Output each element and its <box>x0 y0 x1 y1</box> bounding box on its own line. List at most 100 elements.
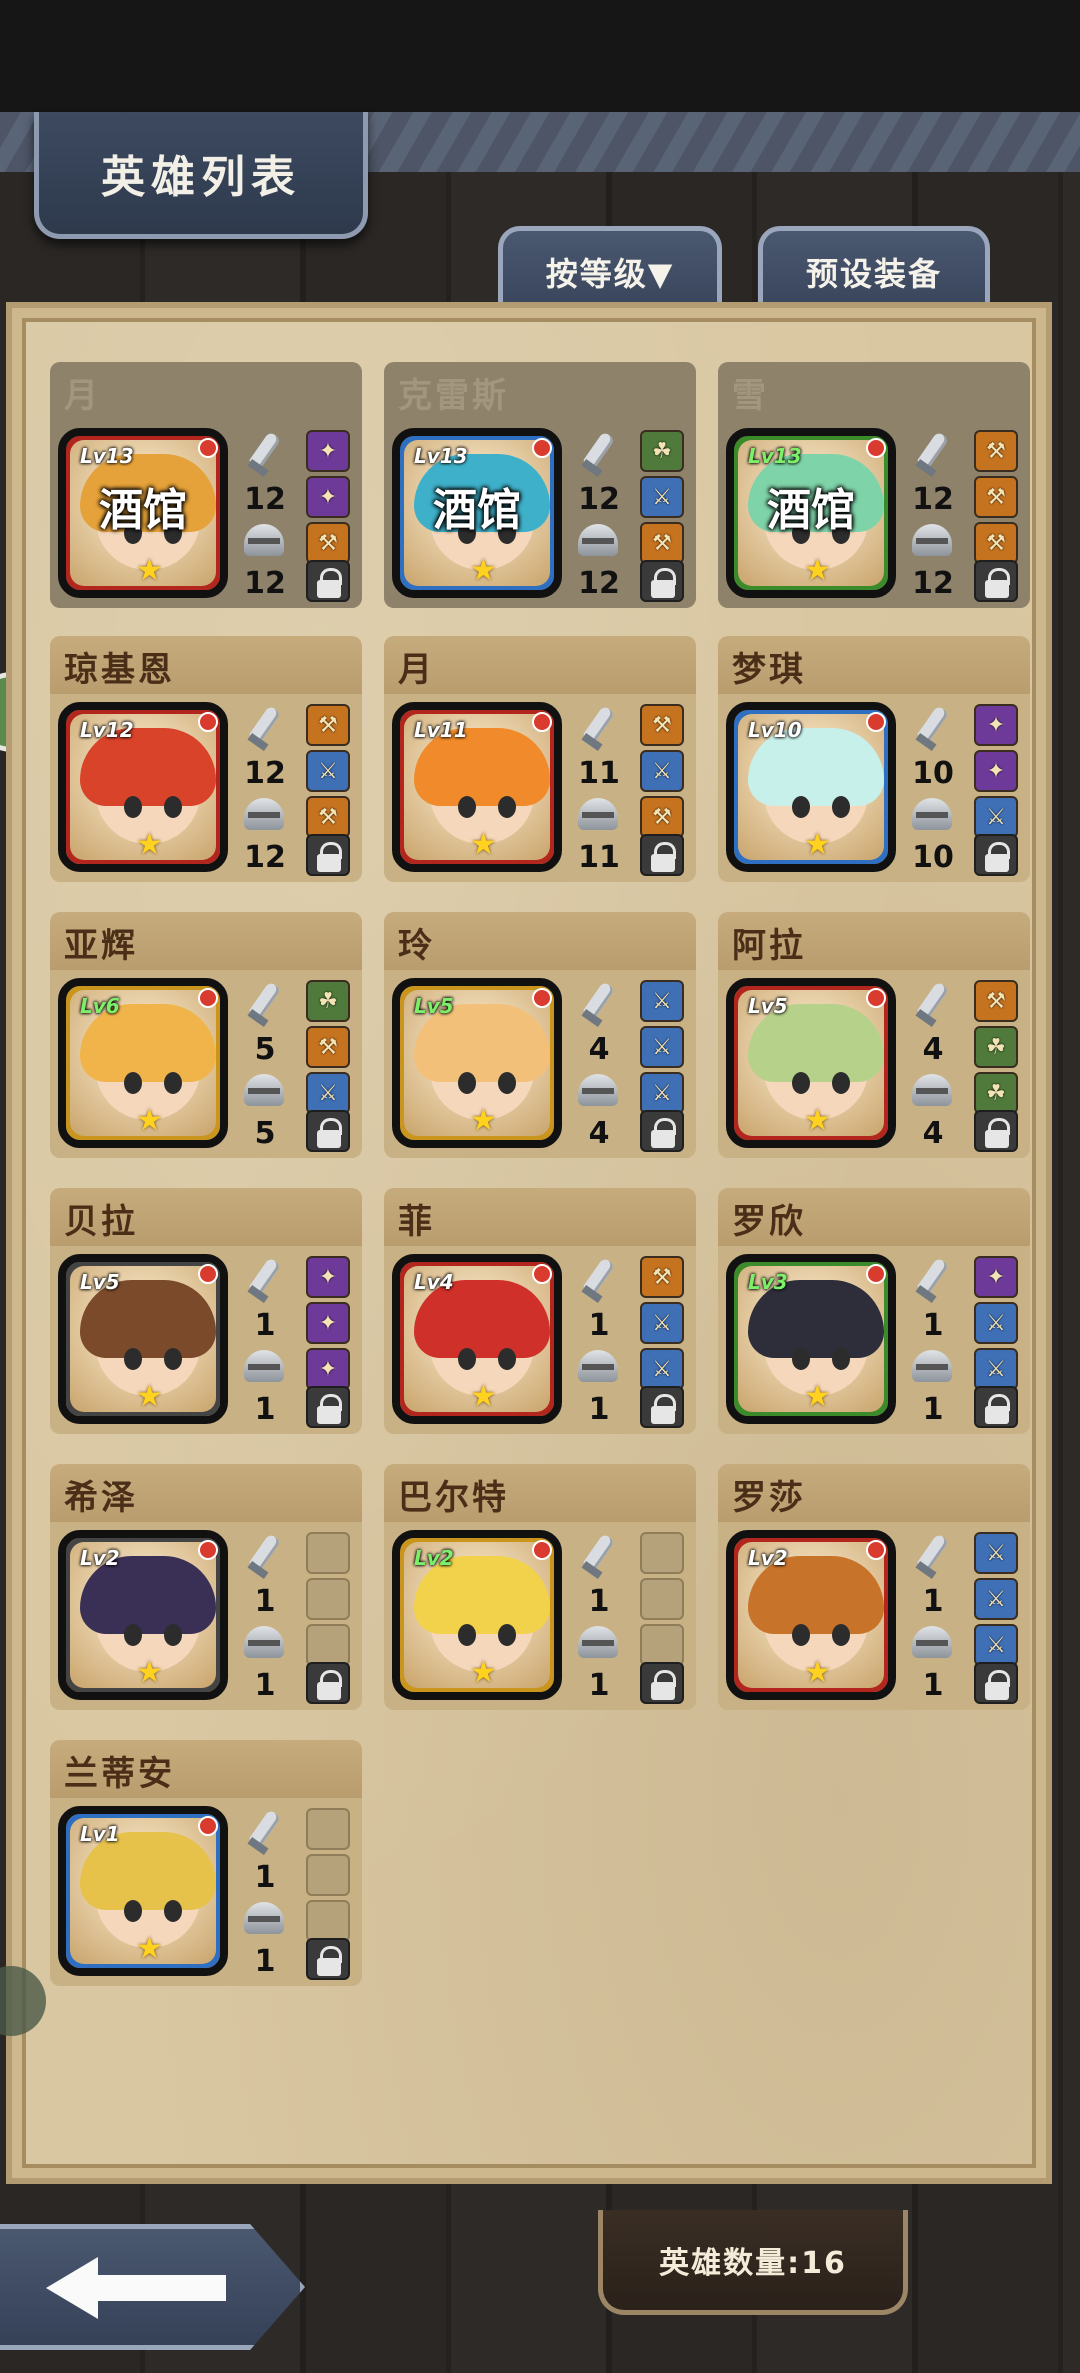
sort-by-level-button[interactable]: 按等级▼ <box>498 226 722 313</box>
equipment-slot[interactable]: ⚔ <box>640 1302 684 1344</box>
equipment-slot[interactable]: ☘ <box>640 430 684 472</box>
equipment-slot[interactable] <box>306 1900 350 1942</box>
hero-portrait[interactable]: Lv4 ★ <box>392 1254 562 1424</box>
equipment-slot[interactable]: ⚔ <box>640 750 684 792</box>
hero-portrait[interactable]: Lv3 ★ <box>726 1254 896 1424</box>
hero-portrait[interactable]: Lv2 ★ <box>58 1530 228 1700</box>
hero-card[interactable]: 月 Lv13 ★ 酒馆 12 12 ✦ ✦ ⚒ <box>50 362 362 608</box>
lock-icon[interactable] <box>640 1662 684 1704</box>
equipment-icon: ⚒ <box>986 438 1006 464</box>
hero-card[interactable]: 罗莎 Lv2 ★ 1 1 ⚔ ⚔ ⚔ <box>718 1464 1030 1710</box>
preset-equipment-button[interactable]: 预设装备 <box>758 226 990 313</box>
lock-icon[interactable] <box>640 560 684 602</box>
equipment-slot[interactable]: ✦ <box>974 1256 1018 1298</box>
equipment-slot[interactable]: ✦ <box>306 430 350 472</box>
equipment-slot[interactable]: ☘ <box>306 980 350 1022</box>
equipment-slot[interactable]: ✦ <box>974 704 1018 746</box>
hero-portrait[interactable]: Lv5 ★ <box>392 978 562 1148</box>
hero-card[interactable]: 琼基恩 Lv12 ★ 12 12 ⚒ ⚔ ⚒ <box>50 636 362 882</box>
equipment-slot[interactable]: ⚒ <box>974 980 1018 1022</box>
equipment-slot[interactable] <box>306 1532 350 1574</box>
equipment-slot[interactable]: ⚒ <box>306 704 350 746</box>
equipment-slot[interactable]: ⚔ <box>974 796 1018 838</box>
equipment-slot[interactable]: ⚒ <box>640 796 684 838</box>
hero-card[interactable]: 阿拉 Lv5 ★ 4 4 ⚒ ☘ ☘ <box>718 912 1030 1158</box>
equipment-slot[interactable]: ✦ <box>306 1256 350 1298</box>
equipment-icon: ✦ <box>318 484 338 510</box>
lock-icon[interactable] <box>640 1110 684 1152</box>
hero-card[interactable]: 菲 Lv4 ★ 1 1 ⚒ ⚔ ⚔ <box>384 1188 696 1434</box>
lock-icon[interactable] <box>306 834 350 876</box>
hero-card[interactable]: 雪 Lv13 ★ 酒馆 12 12 ⚒ ⚒ ⚒ <box>718 362 1030 608</box>
equipment-slot[interactable] <box>306 1854 350 1896</box>
equipment-slot[interactable]: ✦ <box>306 476 350 518</box>
hero-card[interactable]: 亚辉 Lv6 ★ 5 5 ☘ ⚒ ⚔ <box>50 912 362 1158</box>
equipment-slot[interactable] <box>306 1578 350 1620</box>
lock-icon[interactable] <box>306 1110 350 1152</box>
hero-card[interactable]: 罗欣 Lv3 ★ 1 1 ✦ ⚔ ⚔ <box>718 1188 1030 1434</box>
equipment-slot[interactable] <box>640 1578 684 1620</box>
hero-card[interactable]: 克雷斯 Lv13 ★ 酒馆 12 12 ☘ ⚔ ⚒ <box>384 362 696 608</box>
equipment-slot[interactable]: ☘ <box>974 1026 1018 1068</box>
lock-icon[interactable] <box>640 834 684 876</box>
equipment-slot[interactable] <box>306 1624 350 1666</box>
hero-card[interactable]: 月 Lv11 ★ 11 11 ⚒ ⚔ ⚒ <box>384 636 696 882</box>
equipment-slot[interactable]: ⚔ <box>306 750 350 792</box>
hero-portrait[interactable]: Lv5 ★ <box>58 1254 228 1424</box>
hero-portrait[interactable]: Lv2 ★ <box>726 1530 896 1700</box>
equipment-slot[interactable]: ⚒ <box>974 430 1018 472</box>
hero-card[interactable]: 兰蒂安 Lv1 ★ 1 1 <box>50 1740 362 1986</box>
equipment-slot[interactable]: ⚔ <box>640 1072 684 1114</box>
equipment-slot[interactable]: ⚔ <box>974 1302 1018 1344</box>
lock-icon[interactable] <box>306 560 350 602</box>
equipment-slot[interactable]: ⚔ <box>640 1348 684 1390</box>
equipment-slot[interactable]: ⚔ <box>974 1348 1018 1390</box>
hero-card[interactable]: 贝拉 Lv5 ★ 1 1 ✦ ✦ ✦ <box>50 1188 362 1434</box>
equipment-slot[interactable]: ⚒ <box>974 522 1018 564</box>
equipment-slot[interactable]: ⚒ <box>306 1026 350 1068</box>
lock-icon[interactable] <box>974 1386 1018 1428</box>
equipment-slot[interactable]: ⚔ <box>974 1578 1018 1620</box>
equipment-slot[interactable]: ⚒ <box>640 1256 684 1298</box>
hero-card[interactable]: 希泽 Lv2 ★ 1 1 <box>50 1464 362 1710</box>
star-icon: ★ <box>470 1379 497 1414</box>
equipment-slot[interactable] <box>640 1532 684 1574</box>
lock-icon[interactable] <box>974 1110 1018 1152</box>
hero-portrait[interactable]: Lv10 ★ <box>726 702 896 872</box>
lock-icon[interactable] <box>306 1662 350 1704</box>
equipment-slot[interactable] <box>640 1624 684 1666</box>
lock-icon[interactable] <box>306 1938 350 1980</box>
back-button[interactable] <box>0 2224 305 2350</box>
hero-card[interactable]: 巴尔特 Lv2 ★ 1 1 <box>384 1464 696 1710</box>
equipment-slot[interactable]: ⚔ <box>640 1026 684 1068</box>
equipment-slot[interactable]: ⚒ <box>974 476 1018 518</box>
hero-card[interactable]: 梦琪 Lv10 ★ 10 10 ✦ ✦ ⚔ <box>718 636 1030 882</box>
equipment-slot[interactable]: ⚔ <box>974 1624 1018 1666</box>
hero-eye <box>124 1072 142 1094</box>
lock-icon[interactable] <box>974 1662 1018 1704</box>
equipment-slot[interactable]: ⚔ <box>974 1532 1018 1574</box>
lock-icon[interactable] <box>974 834 1018 876</box>
equipment-slot[interactable]: ☘ <box>974 1072 1018 1114</box>
equipment-slot[interactable]: ⚒ <box>306 522 350 564</box>
lock-icon[interactable] <box>974 560 1018 602</box>
equipment-slot[interactable]: ⚔ <box>306 1072 350 1114</box>
equipment-slot[interactable]: ✦ <box>306 1348 350 1390</box>
hero-portrait[interactable]: Lv5 ★ <box>726 978 896 1148</box>
hero-card[interactable]: 玲 Lv5 ★ 4 4 ⚔ ⚔ ⚔ <box>384 912 696 1158</box>
equipment-slot[interactable]: ⚒ <box>306 796 350 838</box>
hero-portrait[interactable]: Lv6 ★ <box>58 978 228 1148</box>
equipment-slot[interactable] <box>306 1808 350 1850</box>
hero-portrait[interactable]: Lv11 ★ <box>392 702 562 872</box>
hero-portrait[interactable]: Lv1 ★ <box>58 1806 228 1976</box>
lock-icon[interactable] <box>640 1386 684 1428</box>
equipment-slot[interactable]: ⚒ <box>640 704 684 746</box>
hero-portrait[interactable]: Lv2 ★ <box>392 1530 562 1700</box>
equipment-slot[interactable]: ⚒ <box>640 522 684 564</box>
equipment-slot[interactable]: ✦ <box>974 750 1018 792</box>
lock-icon[interactable] <box>306 1386 350 1428</box>
equipment-slot[interactable]: ⚔ <box>640 980 684 1022</box>
hero-portrait[interactable]: Lv12 ★ <box>58 702 228 872</box>
equipment-slot[interactable]: ⚔ <box>640 476 684 518</box>
equipment-slot[interactable]: ✦ <box>306 1302 350 1344</box>
